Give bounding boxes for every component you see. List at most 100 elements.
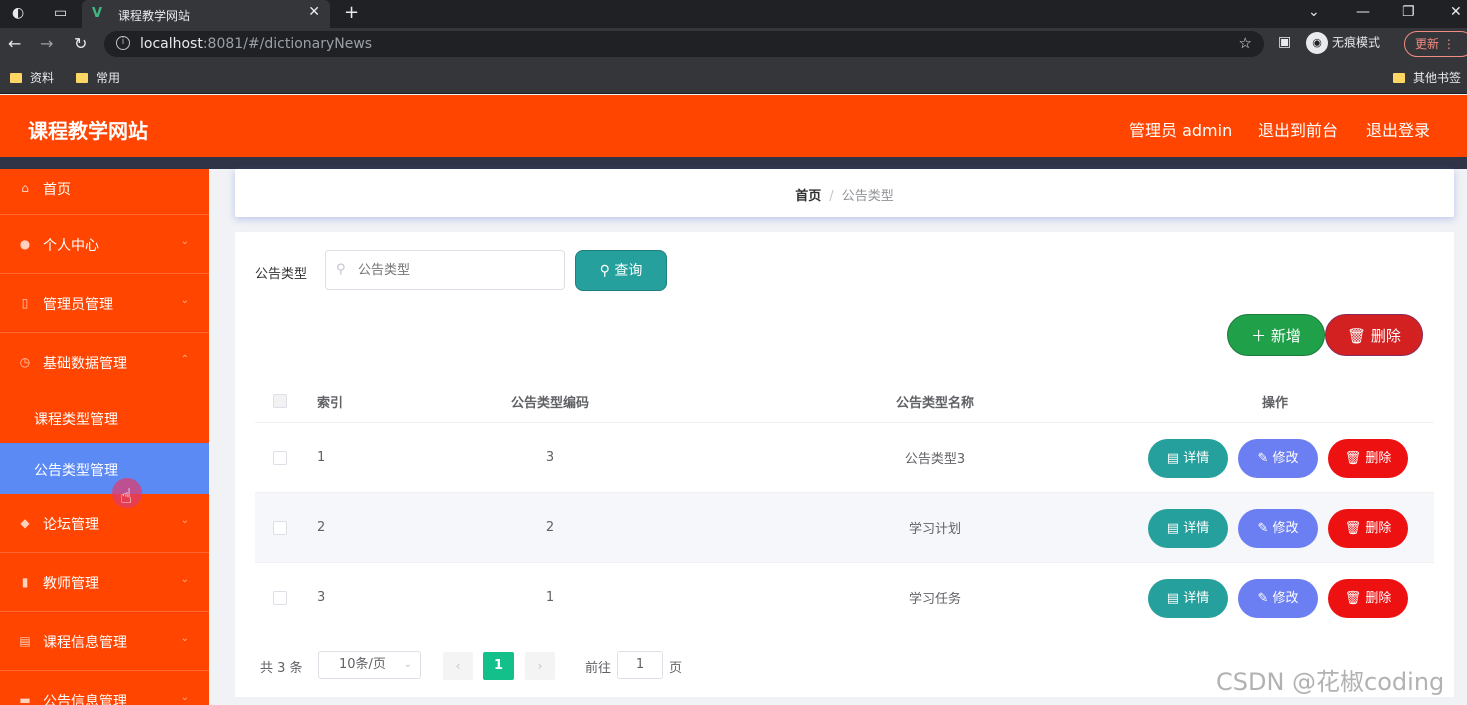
bookmarks-bar: 资料 常用 其他书签: [0, 60, 1467, 94]
page-size-select[interactable]: 10条/页 ⌄: [318, 651, 421, 679]
tab-close-icon[interactable]: ✕: [308, 4, 320, 20]
table-row: 2 2 学习计划 ▤ 详情 ✎ 修改 🗑 删除: [255, 492, 1434, 562]
page-unit-label: 页: [669, 661, 683, 676]
reload-icon[interactable]: ↻: [74, 34, 87, 53]
document-icon: ▤: [1166, 451, 1180, 466]
sidebar-subitem-notice-type[interactable]: 公告类型管理: [0, 443, 209, 494]
search-icon: ⚲: [599, 263, 610, 279]
row-checkbox[interactable]: [273, 590, 287, 605]
next-page-button[interactable]: ›: [525, 652, 555, 680]
pagination-total: 共 3 条: [260, 661, 303, 676]
url-field[interactable]: i localhost:8081/#/dictionaryNews ☆: [104, 31, 1264, 57]
trash-icon: 🗑: [1344, 591, 1362, 606]
minimize-icon[interactable]: —: [1356, 4, 1370, 20]
breadcrumb-current: 公告类型: [841, 189, 894, 204]
admin-icon: ▯: [21, 296, 29, 310]
edit-button[interactable]: ✎ 修改: [1238, 579, 1318, 618]
edit-button[interactable]: ✎ 修改: [1238, 439, 1318, 478]
sidebar-item-basic-data[interactable]: ◷ 基础数据管理 ⌃: [0, 333, 209, 392]
table-row: 1 3 公告类型3 ▤ 详情 ✎ 修改 🗑 删除: [255, 422, 1434, 492]
row-code: 3: [545, 450, 555, 465]
page-number-current[interactable]: 1: [483, 652, 514, 680]
header-divider: [0, 157, 1467, 169]
select-all-checkbox[interactable]: [273, 394, 287, 408]
tab-search-icon[interactable]: ⌄: [1308, 4, 1320, 20]
sidebar-item-home[interactable]: ⌂ 首页: [0, 169, 209, 215]
document-icon: ▤: [1166, 591, 1180, 606]
prev-page-button[interactable]: ‹: [443, 652, 473, 680]
sidebar-toggle-icon[interactable]: ▣: [1278, 34, 1291, 50]
course-icon: ▤: [19, 634, 31, 648]
search-input[interactable]: [325, 250, 565, 290]
update-button[interactable]: 更新 ⋮: [1404, 31, 1467, 57]
bookmark-folder-other[interactable]: 其他书签: [1393, 69, 1461, 86]
row-code: 2: [545, 520, 555, 535]
row-code: 1: [545, 590, 555, 605]
chevron-down-icon: ⌄: [180, 692, 189, 703]
row-index: 3: [317, 590, 326, 605]
edit-button[interactable]: ✎ 修改: [1238, 509, 1318, 548]
forward-icon[interactable]: →: [40, 34, 53, 53]
address-bar: ← → ↻ i localhost:8081/#/dictionaryNews …: [0, 28, 1467, 60]
batch-delete-button[interactable]: 🗑 删除: [1325, 314, 1423, 356]
delete-button[interactable]: 🗑 删除: [1328, 509, 1408, 548]
bookmark-folder-changyong[interactable]: 常用: [76, 69, 120, 86]
chevron-down-icon: ⌄: [180, 295, 189, 306]
row-checkbox[interactable]: [273, 520, 287, 535]
home-icon: ⌂: [21, 181, 29, 195]
chevron-up-icon: ⌃: [180, 354, 189, 365]
sidebar: ⌂ 首页 ● 个人中心 ⌄ ▯ 管理员管理 ⌄ ◷ 基础数据管理 ⌃ 课程类型管…: [0, 169, 209, 705]
folder-icon: [10, 73, 22, 83]
delete-button[interactable]: 🗑 删除: [1328, 579, 1408, 618]
sidebar-item-course-info[interactable]: ▤ 课程信息管理 ⌄: [0, 612, 209, 671]
sidebar-item-notice-info[interactable]: ▬ 公告信息管理 ⌄: [0, 671, 209, 705]
chevron-down-icon: ⌄: [180, 515, 189, 526]
sidebar-item-admin[interactable]: ▯ 管理员管理 ⌄: [0, 274, 209, 333]
breadcrumb-home[interactable]: 首页: [795, 189, 821, 204]
trash-icon: 🗑: [1344, 521, 1362, 536]
goto-page-input[interactable]: 1: [617, 651, 663, 679]
detail-button[interactable]: ▤ 详情: [1148, 439, 1228, 478]
sidebar-item-personal[interactable]: ● 个人中心 ⌄: [0, 215, 209, 274]
row-index: 1: [317, 450, 326, 465]
watermark: CSDN @花椒coding: [1216, 668, 1445, 696]
detail-button[interactable]: ▤ 详情: [1148, 579, 1228, 618]
pencil-icon: ✎: [1257, 451, 1269, 466]
header-op: 操作: [1261, 395, 1288, 411]
detail-button[interactable]: ▤ 详情: [1148, 509, 1228, 548]
back-icon[interactable]: ←: [8, 34, 21, 53]
window-close-icon[interactable]: ✕: [1450, 4, 1462, 20]
incognito-indicator[interactable]: ◉ 无痕模式: [1306, 32, 1380, 54]
site-info-icon[interactable]: i: [116, 36, 130, 50]
sidebar-item-teacher[interactable]: ▮ 教师管理 ⌄: [0, 553, 209, 612]
pencil-icon: ✎: [1257, 591, 1269, 606]
delete-button[interactable]: 🗑 删除: [1328, 439, 1408, 478]
browser-tab[interactable]: V 课程教学网站 ✕: [82, 0, 330, 28]
sidebar-subitem-course-type[interactable]: 课程类型管理: [0, 392, 209, 443]
query-button[interactable]: ⚲ 查询: [575, 250, 667, 291]
app-header: 课程教学网站 管理员 admin 退出到前台 退出登录: [0, 95, 1467, 157]
bookmark-folder-ziliao[interactable]: 资料: [10, 69, 54, 86]
header-name: 公告类型名称: [895, 395, 974, 411]
trash-icon: 🗑: [1344, 451, 1362, 466]
app-title: 课程教学网站: [28, 119, 148, 143]
row-index: 2: [317, 520, 326, 535]
row-name: 学习计划: [908, 522, 961, 537]
browser-menu-icon[interactable]: ◐: [12, 5, 24, 21]
logout-link[interactable]: 退出登录: [1366, 117, 1430, 141]
row-checkbox[interactable]: [273, 450, 287, 465]
exit-to-front-link[interactable]: 退出到前台: [1258, 117, 1338, 141]
restore-icon[interactable]: ❐: [1402, 4, 1415, 20]
trash-icon: 🗑: [1347, 327, 1367, 345]
pencil-icon: ✎: [1257, 521, 1269, 536]
new-tab-button[interactable]: +: [344, 2, 359, 23]
tab-list-icon[interactable]: ▭: [54, 5, 67, 21]
sidebar-item-forum[interactable]: ◆ 论坛管理 ⌄: [0, 494, 209, 553]
document-icon: ▤: [1166, 521, 1180, 536]
add-button[interactable]: ＋ 新增: [1227, 314, 1325, 356]
header-code: 公告类型编码: [510, 395, 589, 411]
plus-icon: ＋: [1251, 327, 1267, 345]
chevron-down-icon: ⌄: [180, 633, 189, 644]
breadcrumb: 首页 / 公告类型: [235, 185, 1454, 204]
bookmark-star-icon[interactable]: ☆: [1239, 34, 1252, 52]
